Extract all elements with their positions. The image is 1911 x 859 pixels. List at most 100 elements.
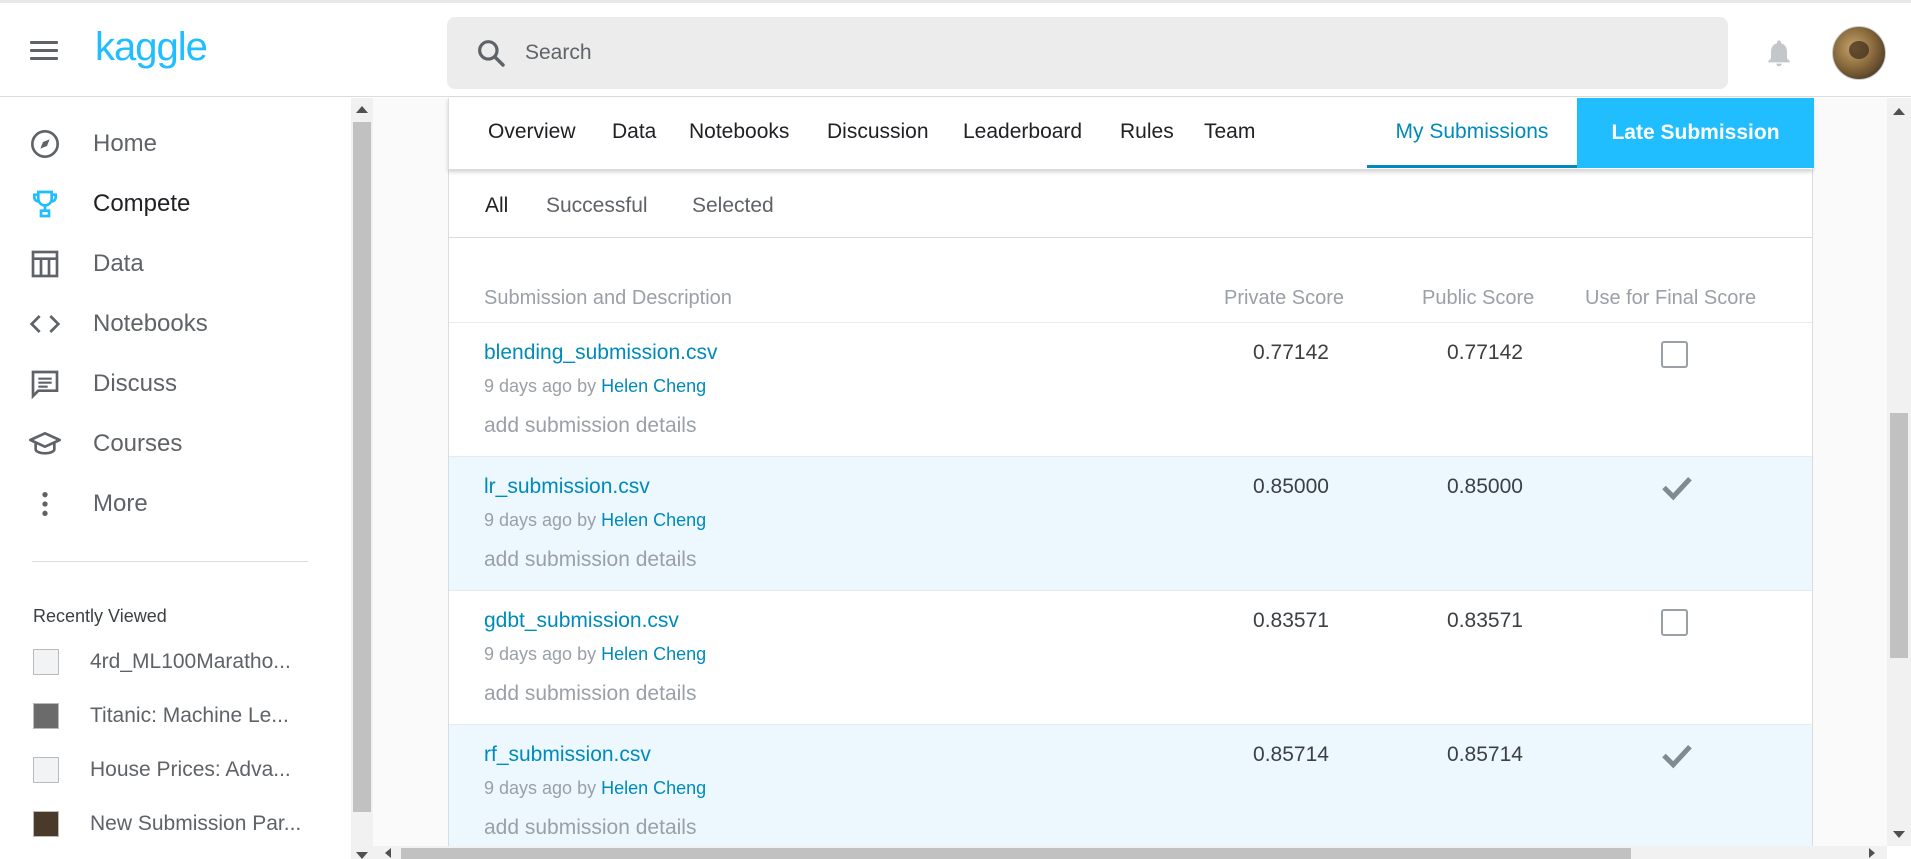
submission-file-link[interactable]: rf_submission.csv [484, 743, 651, 767]
sidebar-item-label: Data [93, 250, 144, 277]
table-icon [28, 247, 62, 281]
author-link[interactable]: Helen Cheng [601, 778, 706, 798]
late-submission-button[interactable]: Late Submission [1577, 98, 1814, 168]
table-row: blending_submission.csv 9 days ago by He… [449, 322, 1812, 456]
public-score: 0.85714 [1447, 743, 1523, 766]
search-input[interactable] [525, 41, 1625, 65]
sidebar-item-home[interactable]: Home [0, 116, 340, 172]
recent-item[interactable]: Titanic: Machine Le... [0, 696, 340, 736]
column-header-private-score: Private Score [1224, 287, 1345, 309]
submission-age: 9 days ago by [484, 778, 597, 798]
recent-item[interactable]: New Submission Par... [0, 804, 340, 844]
sidebar-item-compete[interactable]: Compete [0, 176, 340, 232]
tab-notebooks[interactable]: Notebooks [689, 120, 789, 144]
final-score-checkbox[interactable] [1661, 609, 1688, 636]
submission-age: 9 days ago by [484, 510, 597, 530]
private-score: 0.85000 [1253, 475, 1329, 498]
trophy-icon [28, 187, 62, 221]
tab-overview[interactable]: Overview [488, 120, 576, 144]
sidebar-item-notebooks[interactable]: Notebooks [0, 296, 340, 352]
tab-data[interactable]: Data [612, 120, 656, 144]
subtab-selected[interactable]: Selected [692, 194, 774, 218]
public-score: 0.83571 [1447, 609, 1523, 632]
top-bar: kaggle [0, 0, 1911, 97]
sidebar-item-courses[interactable]: Courses [0, 416, 340, 472]
table-row: rf_submission.csv 9 days ago by Helen Ch… [449, 724, 1812, 846]
submission-age: 9 days ago by [484, 376, 597, 396]
search-icon [478, 40, 505, 67]
final-score-checkbox[interactable] [1661, 341, 1688, 368]
sidebar-item-data[interactable]: Data [0, 236, 340, 292]
sidebar-item-label: Home [93, 130, 158, 157]
sidebar-item-label: Courses [93, 430, 183, 457]
table-row: lr_submission.csv 9 days ago by Helen Ch… [449, 456, 1812, 590]
submission-file-link[interactable]: gdbt_submission.csv [484, 609, 679, 633]
scroll-up-arrow-icon[interactable] [356, 106, 368, 113]
checkmark-icon[interactable] [1661, 741, 1693, 771]
public-score: 0.77142 [1447, 341, 1523, 364]
submission-file-link[interactable]: lr_submission.csv [484, 475, 650, 499]
subtab-successful[interactable]: Successful [546, 194, 648, 218]
author-link[interactable]: Helen Cheng [601, 644, 706, 664]
author-link[interactable]: Helen Cheng [601, 376, 706, 396]
add-details-link[interactable]: add submission details [484, 548, 696, 572]
tab-rules[interactable]: Rules [1120, 120, 1174, 144]
scroll-right-arrow-icon[interactable] [1869, 848, 1875, 858]
submission-meta: 9 days ago by Helen Cheng [484, 644, 706, 665]
sidebar-item-more[interactable]: More [0, 476, 340, 532]
thumbnail-icon [33, 811, 59, 837]
more-vertical-icon [28, 487, 62, 521]
competition-tabs: Overview Data Notebooks Discussion Leade… [448, 98, 1814, 170]
scrollbar-thumb[interactable] [1890, 413, 1908, 658]
subtab-all[interactable]: All [485, 194, 508, 218]
graduation-cap-icon [28, 427, 62, 461]
add-details-link[interactable]: add submission details [484, 816, 696, 840]
submission-filter-tabs: All Successful Selected [448, 172, 1813, 238]
column-header-public-score: Public Score [1422, 287, 1535, 309]
scroll-up-arrow-icon[interactable] [1893, 108, 1905, 115]
sidebar-item-label: Notebooks [93, 310, 208, 337]
thumbnail-icon [33, 649, 59, 675]
add-details-link[interactable]: add submission details [484, 414, 696, 438]
tab-my-submissions[interactable]: My Submissions [1367, 98, 1577, 168]
tab-discussion[interactable]: Discussion [827, 120, 929, 144]
column-header-description: Submission and Description [484, 287, 732, 309]
sidebar-item-label: More [93, 490, 148, 517]
public-score: 0.85000 [1447, 475, 1523, 498]
sidebar-item-label: Discuss [93, 370, 178, 397]
checkmark-icon[interactable] [1661, 473, 1693, 503]
tab-team[interactable]: Team [1204, 120, 1255, 144]
page-scrollbar[interactable] [1887, 98, 1911, 846]
scroll-down-arrow-icon[interactable] [356, 852, 368, 859]
private-score: 0.85714 [1253, 743, 1329, 766]
avatar[interactable] [1832, 26, 1886, 80]
table-row: gdbt_submission.csv 9 days ago by Helen … [449, 590, 1812, 724]
submission-age: 9 days ago by [484, 644, 597, 664]
scroll-down-arrow-icon[interactable] [1893, 831, 1905, 838]
sidebar-scrollbar[interactable] [351, 98, 373, 859]
scrollbar-thumb[interactable] [401, 848, 1631, 859]
recent-item[interactable]: 4rd_ML100Maratho... [0, 642, 340, 682]
add-details-link[interactable]: add submission details [484, 682, 696, 706]
search-bar[interactable] [447, 17, 1728, 89]
thumbnail-icon [33, 757, 59, 783]
recent-item-label: House Prices: Adva... [90, 758, 291, 781]
scrollbar-thumb[interactable] [353, 122, 371, 812]
column-header-final-score: Use for Final Score [1585, 287, 1757, 309]
recent-item[interactable]: House Prices: Adva... [0, 750, 340, 790]
private-score: 0.77142 [1253, 341, 1329, 364]
code-icon [28, 307, 62, 341]
author-link[interactable]: Helen Cheng [601, 510, 706, 530]
scroll-left-arrow-icon[interactable] [385, 848, 391, 858]
thumbnail-icon [33, 703, 59, 729]
submission-file-link[interactable]: blending_submission.csv [484, 341, 717, 365]
private-score: 0.83571 [1253, 609, 1329, 632]
bell-icon[interactable] [1763, 36, 1795, 70]
kaggle-logo[interactable]: kaggle [95, 25, 208, 70]
submission-meta: 9 days ago by Helen Cheng [484, 510, 706, 531]
sidebar-item-discuss[interactable]: Discuss [0, 356, 340, 412]
hamburger-icon[interactable] [30, 41, 58, 61]
recent-item-label: Titanic: Machine Le... [90, 704, 289, 727]
horizontal-scrollbar[interactable] [373, 846, 1887, 859]
tab-leaderboard[interactable]: Leaderboard [963, 120, 1082, 144]
